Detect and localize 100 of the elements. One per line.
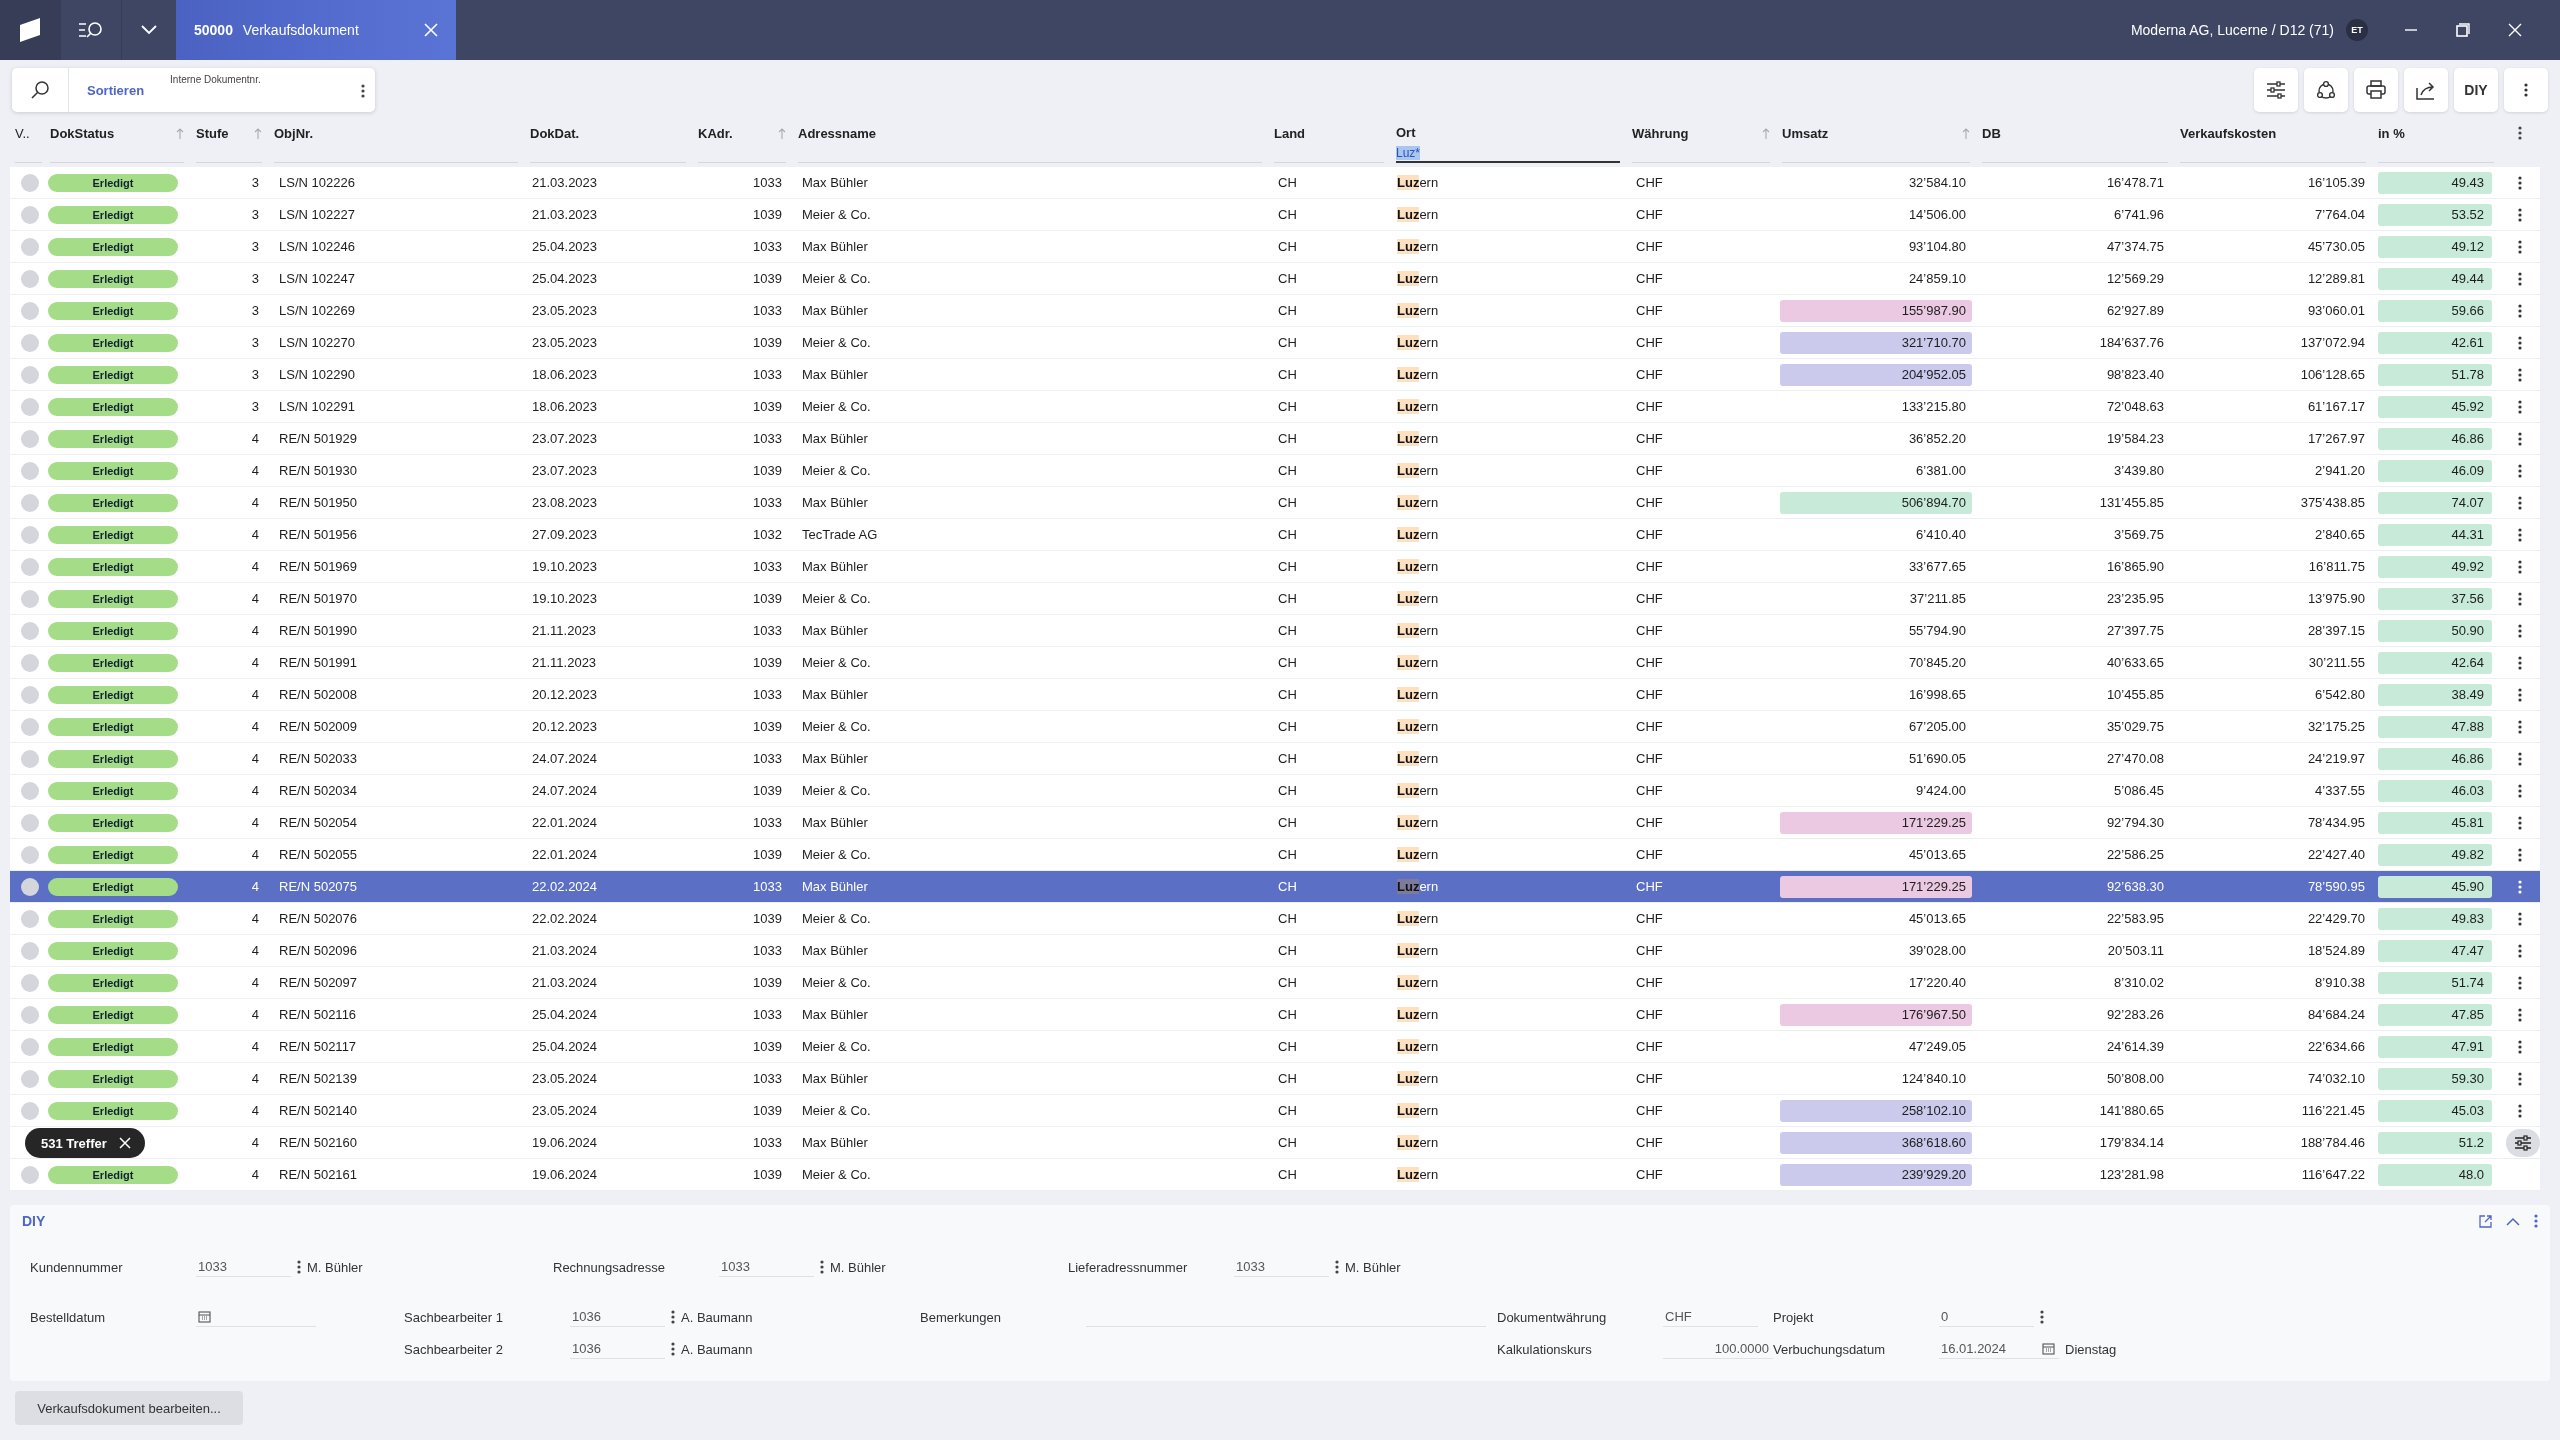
filter-field[interactable]: Luz* bbox=[1396, 146, 1620, 163]
more-icon[interactable] bbox=[2518, 719, 2522, 734]
table-row[interactable]: Erledigt 4 RE/N 502076 22.02.2024 1039 Meier & Co. CH Luzern CHF 45’013.65 22’583.95 22’429.70 49.83 bbox=[10, 903, 2540, 935]
input-field[interactable]: 100.0000 bbox=[1663, 1339, 1773, 1359]
table-row[interactable]: Erledigt 4 RE/N 501956 27.09.2023 1032 TecTrade AG CH Luzern CHF 6’410.40 3’569.75 2’840.65 44.31 bbox=[10, 519, 2540, 551]
input-field[interactable]: CHF bbox=[1663, 1307, 1758, 1327]
sort-button[interactable]: Sortieren bbox=[87, 82, 145, 98]
more-icon[interactable] bbox=[2518, 623, 2522, 638]
more-icon[interactable] bbox=[2518, 943, 2522, 958]
table-row[interactable]: Erledigt 4 RE/N 501950 23.08.2023 1033 Max Bühler CH Luzern CHF 506’894.70 131’455.85 375’438.85 74.07 bbox=[10, 487, 2540, 519]
chevron-up-icon[interactable] bbox=[2506, 1216, 2520, 1226]
more-icon[interactable] bbox=[2518, 431, 2522, 446]
table-row[interactable]: Erledigt 4 RE/N 501970 19.10.2023 1039 Meier & Co. CH Luzern CHF 37’211.85 23’235.95 13’975.90 37.56 bbox=[10, 583, 2540, 615]
column-header[interactable]: Stufe bbox=[196, 125, 262, 141]
column-header[interactable]: Adressname bbox=[798, 125, 1262, 141]
edit-button[interactable]: Verkaufsdokument bearbeiten... bbox=[15, 1391, 243, 1425]
more-icon[interactable] bbox=[2518, 239, 2522, 254]
column-header[interactable]: Ort bbox=[1396, 124, 1620, 140]
more-icon[interactable] bbox=[2518, 1007, 2522, 1022]
close-icon[interactable] bbox=[118, 1137, 131, 1149]
more-icon[interactable] bbox=[2518, 911, 2522, 926]
more-icon[interactable] bbox=[2518, 1103, 2522, 1118]
more-icon[interactable] bbox=[2518, 207, 2522, 222]
column-header[interactable]: KAdr. bbox=[698, 125, 786, 141]
table-row[interactable]: Erledigt 4 RE/N 502161 19.06.2024 1039 Meier & Co. CH Luzern CHF 239’929.20 123’281.98 116’647.22 48.0 bbox=[10, 1159, 2540, 1191]
table-row[interactable]: Erledigt 4 RE/N 502008 20.12.2023 1033 Max Bühler CH Luzern CHF 16’998.65 10’455.85 6’542.80 38.49 bbox=[10, 679, 2540, 711]
table-row[interactable]: Erledigt 3 LS/N 102270 23.05.2023 1039 Meier & Co. CH Luzern CHF 321’710.70 184’637.76 137’072.94 42.61 bbox=[10, 327, 2540, 359]
table-row[interactable]: Erledigt 4 RE/N 502139 23.05.2024 1033 Max Bühler CH Luzern CHF 124’840.10 50’808.00 74’032.10 59.30 bbox=[10, 1063, 2540, 1095]
table-row[interactable]: Erledigt 4 RE/N 502116 25.04.2024 1033 Max Bühler CH Luzern CHF 176’967.50 92’283.26 84’684.24 47.85 bbox=[10, 999, 2540, 1031]
logo-button[interactable] bbox=[0, 0, 60, 60]
column-header[interactable]: DokDat. bbox=[530, 125, 686, 141]
external-link-icon[interactable] bbox=[2479, 1214, 2492, 1228]
calendar-icon[interactable] bbox=[198, 1310, 211, 1323]
input-field[interactable]: 1036 bbox=[570, 1339, 665, 1359]
column-header[interactable]: Währung bbox=[1632, 125, 1770, 141]
more-icon[interactable] bbox=[361, 84, 365, 98]
input-field[interactable]: Interne Dokumentnr. bbox=[170, 68, 375, 112]
more-icon[interactable] bbox=[2518, 367, 2522, 382]
table-row[interactable]: Erledigt 4 RE/N 501969 19.10.2023 1033 Max Bühler CH Luzern CHF 33’677.65 16’865.90 16’811.75 49.92 bbox=[10, 551, 2540, 583]
table-row[interactable]: Erledigt 4 RE/N 502033 24.07.2024 1033 Max Bühler CH Luzern CHF 51’690.05 27’470.08 24’219.97 46.86 bbox=[10, 743, 2540, 775]
column-header[interactable]: DB bbox=[1982, 125, 2168, 141]
more-icon[interactable] bbox=[1335, 1260, 1339, 1274]
table-row[interactable]: Erledigt 3 LS/N 102290 18.06.2023 1033 Max Bühler CH Luzern CHF 204’952.05 98’823.40 106’128.65 51.78 bbox=[10, 359, 2540, 391]
table-row[interactable]: Erledigt 3 LS/N 102247 25.04.2023 1039 Meier & Co. CH Luzern CHF 24’859.10 12’569.29 12’289.81 49.44 bbox=[10, 263, 2540, 295]
table-row[interactable]: Erledigt 4 RE/N 502097 21.03.2024 1039 Meier & Co. CH Luzern CHF 17’220.40 8’310.02 8’910.38 51.74 bbox=[10, 967, 2540, 999]
more-icon[interactable] bbox=[2518, 271, 2522, 286]
more-icon[interactable] bbox=[297, 1260, 301, 1274]
table-row[interactable]: Erledigt 4 RE/N 502009 20.12.2023 1039 Meier & Co. CH Luzern CHF 67’205.00 35’029.75 32’175.25 47.88 bbox=[10, 711, 2540, 743]
input-field[interactable]: 0 bbox=[1939, 1307, 2034, 1327]
more-icon[interactable] bbox=[2518, 975, 2522, 990]
more-icon[interactable] bbox=[2518, 1039, 2522, 1054]
table-row[interactable]: Erledigt 4 RE/N 502034 24.07.2024 1039 Meier & Co. CH Luzern CHF 9’424.00 5’086.45 4’337.55 46.03 bbox=[10, 775, 2540, 807]
table-row[interactable]: Erledigt 4 RE/N 501991 21.11.2023 1039 Meier & Co. CH Luzern CHF 70’845.20 40’633.65 30’211.55 42.64 bbox=[10, 647, 2540, 679]
input-field[interactable]: 1033 bbox=[719, 1257, 814, 1277]
table-row[interactable]: Erledigt 4 RE/N 502075 22.02.2024 1033 Max Bühler CH Luzern CHF 171’229.25 92’638.30 78’590.95 45.90 bbox=[10, 871, 2540, 903]
more-icon[interactable] bbox=[671, 1342, 675, 1356]
column-header[interactable]: ObjNr. bbox=[274, 125, 518, 141]
input-field[interactable]: 1036 bbox=[570, 1307, 665, 1327]
more-icon[interactable] bbox=[2518, 687, 2522, 702]
select-circle[interactable] bbox=[21, 877, 39, 896]
column-header[interactable]: DokStatus bbox=[50, 125, 184, 141]
table-row[interactable]: Erledigt 4 RE/N 502096 21.03.2024 1033 Max Bühler CH Luzern CHF 39’028.00 20’503.11 18’524.89 47.47 bbox=[10, 935, 2540, 967]
column-header[interactable]: Umsatz bbox=[1782, 125, 1970, 141]
more-icon[interactable] bbox=[2518, 751, 2522, 766]
print-button[interactable] bbox=[2354, 68, 2398, 112]
diy-button[interactable]: DIY bbox=[2454, 68, 2498, 112]
more-icon[interactable] bbox=[671, 1310, 675, 1324]
table-row[interactable]: Erledigt 4 RE/N 502117 25.04.2024 1039 Meier & Co. CH Luzern CHF 47’249.05 24’614.39 22’634.66 47.91 bbox=[10, 1031, 2540, 1063]
more-icon[interactable] bbox=[2518, 847, 2522, 862]
table-row[interactable]: Erledigt 4 RE/N 501930 23.07.2023 1039 Meier & Co. CH Luzern CHF 6’381.00 3’439.80 2’941.20 46.09 bbox=[10, 455, 2540, 487]
more-icon[interactable] bbox=[2518, 655, 2522, 670]
column-header[interactable]: Land bbox=[1274, 125, 1384, 141]
input-field[interactable]: 1033 bbox=[196, 1257, 291, 1277]
column-header[interactable]: V.. bbox=[15, 125, 42, 141]
more-icon[interactable] bbox=[2518, 303, 2522, 318]
document-tab[interactable]: 50000 Verkaufsdokument bbox=[176, 0, 456, 60]
more-icon[interactable] bbox=[2518, 591, 2522, 606]
more-icon[interactable] bbox=[820, 1260, 824, 1274]
table-row[interactable]: Erledigt 4 RE/N 502054 22.01.2024 1033 Max Bühler CH Luzern CHF 171’229.25 92’794.30 78’434.95 45.81 bbox=[10, 807, 2540, 839]
table-row[interactable]: Erledigt 4 RE/N 501990 21.11.2023 1033 Max Bühler CH Luzern CHF 55’794.90 27’397.75 28’397.15 50.90 bbox=[10, 615, 2540, 647]
column-header[interactable]: in % bbox=[2378, 125, 2494, 141]
share-button[interactable] bbox=[2404, 68, 2448, 112]
calendar-icon[interactable] bbox=[2042, 1342, 2055, 1355]
more-icon[interactable] bbox=[2518, 559, 2522, 574]
more-icon[interactable] bbox=[2040, 1310, 2044, 1324]
input-field[interactable]: 1033 bbox=[1234, 1257, 1329, 1277]
more-icon[interactable] bbox=[2518, 463, 2522, 478]
close-icon[interactable] bbox=[2508, 23, 2522, 37]
more-icon[interactable] bbox=[2518, 335, 2522, 350]
more-icon[interactable] bbox=[2518, 815, 2522, 830]
table-row[interactable]: Erledigt 3 LS/N 102226 21.03.2023 1033 Max Bühler CH Luzern CHF 32’584.10 16’478.71 16’105.39 49.43 bbox=[10, 167, 2540, 199]
more-icon[interactable] bbox=[2518, 399, 2522, 414]
more-icon[interactable] bbox=[2518, 175, 2522, 190]
restore-icon[interactable] bbox=[2456, 23, 2470, 37]
more-icon[interactable] bbox=[2518, 125, 2522, 140]
column-header[interactable]: Verkaufskosten bbox=[2180, 125, 2366, 141]
more-icon[interactable] bbox=[2518, 495, 2522, 510]
more-icon[interactable] bbox=[2518, 783, 2522, 798]
table-row[interactable]: Erledigt 3 LS/N 102291 18.06.2023 1039 Meier & Co. CH Luzern CHF 133’215.80 72’048.63 61’167.17 45.92 bbox=[10, 391, 2540, 423]
filter-button[interactable] bbox=[2254, 68, 2298, 112]
